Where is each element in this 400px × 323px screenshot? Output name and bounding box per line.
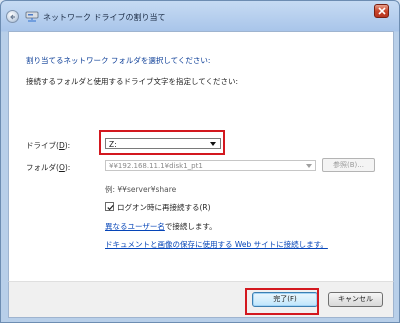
close-icon[interactable] xyxy=(374,4,389,18)
folder-input-value: ¥¥192.168.11.1¥disk1_pt1 xyxy=(109,162,203,170)
content-panel: 割り当てるネットワーク フォルダを選択してください: 接続するフォルダと使用する… xyxy=(8,31,394,282)
finish-highlight-box xyxy=(245,288,319,315)
back-arrow-icon[interactable] xyxy=(6,10,19,23)
chevron-down-icon xyxy=(306,164,312,168)
website-link[interactable]: ドキュメントと画像の保存に使用する Web サイトに接続します。 xyxy=(105,239,328,250)
description-text: 接続するフォルダと使用するドライブ文字を指定してください: xyxy=(26,77,239,86)
cancel-button[interactable]: キャンセル xyxy=(328,292,383,307)
reconnect-checkbox[interactable] xyxy=(105,202,114,211)
browse-button[interactable]: 参照(B)... xyxy=(322,158,375,172)
network-drive-icon xyxy=(25,10,39,22)
instruction-heading: 割り当てるネットワーク フォルダを選択してください: xyxy=(26,56,211,65)
alt-user-link[interactable]: 異なるユーザー名 xyxy=(105,222,165,231)
footer-bar: 完了(F) キャンセル xyxy=(8,281,394,318)
folder-label: フォルダ(O): xyxy=(26,163,71,172)
alt-user-line: 異なるユーザー名で接続します。 xyxy=(105,222,217,231)
dialog-window: ネットワーク ドライブの割り当て 割り当てるネットワーク フォルダを選択してくだ… xyxy=(0,0,400,323)
title-bar: ネットワーク ドライブの割り当て xyxy=(1,1,399,31)
window-title: ネットワーク ドライブの割り当て xyxy=(43,13,166,22)
folder-input[interactable]: ¥¥192.168.11.1¥disk1_pt1 xyxy=(105,160,316,171)
drive-label: ドライブ(D): xyxy=(26,141,71,150)
example-text: 例: ¥¥server¥share xyxy=(105,185,177,194)
reconnect-label: ログオン時に再接続する(R) xyxy=(117,203,211,212)
drive-highlight-box xyxy=(99,130,225,155)
